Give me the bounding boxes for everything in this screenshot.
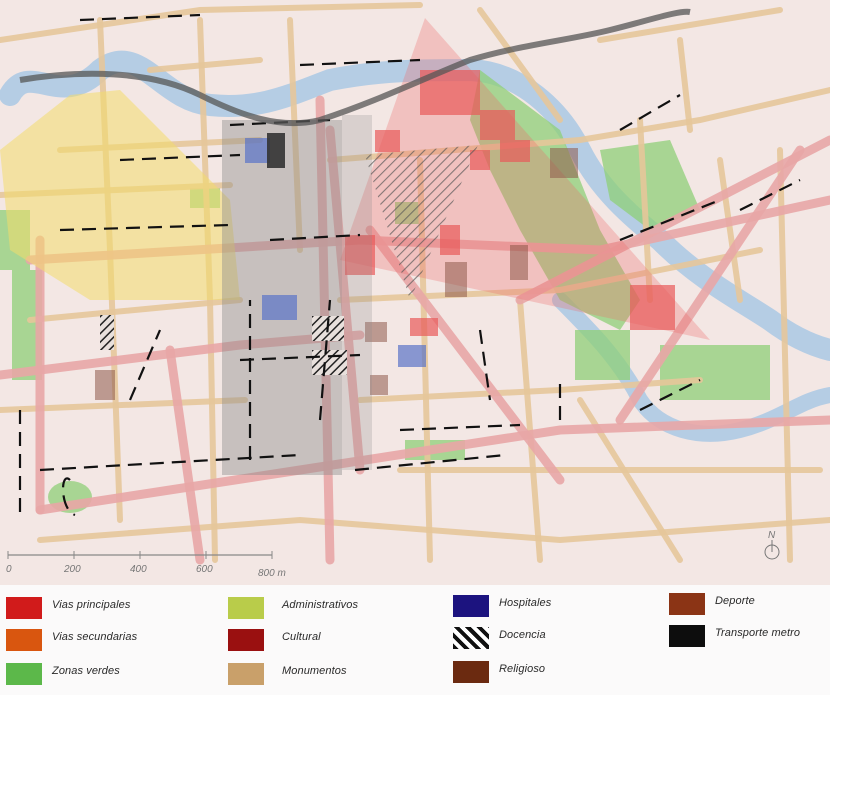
legend-swatch-zonas-verdes	[6, 663, 42, 685]
legend-swatch-vias-secundarias	[6, 629, 42, 651]
legend-swatch-vias-principales	[6, 597, 42, 619]
scale-tick-800: 800 m	[258, 568, 286, 579]
legend-label-transporte-metro: Transporte metro	[715, 627, 801, 639]
legend-label-cultural: Cultural	[282, 631, 321, 643]
map-drawing: 0 200 400 600 800 m N	[0, 0, 841, 585]
legend-swatch-administrativos	[228, 597, 264, 619]
legend-swatch-deporte	[669, 593, 705, 615]
scale-tick-400: 400	[130, 564, 147, 575]
legend-swatch-monumentos	[228, 663, 264, 685]
scale-tick-0: 0	[6, 564, 12, 575]
city-map: 0 200 400 600 800 m N	[0, 0, 841, 585]
map-legend: Vias principales Vias secundarias Zonas …	[0, 585, 830, 695]
legend-label-docencia: Docencia	[499, 629, 546, 641]
legend-label-monumentos: Monumentos	[282, 665, 347, 677]
north-label: N	[768, 530, 776, 541]
legend-label-religioso: Religioso	[499, 663, 546, 675]
legend-swatch-hospitales	[453, 595, 489, 617]
legend-swatch-cultural	[228, 629, 264, 651]
legend-swatch-docencia	[453, 627, 489, 649]
legend-label-deporte: Deporte	[715, 595, 755, 607]
scale-tick-200: 200	[63, 564, 81, 575]
legend-swatch-transporte-metro	[669, 625, 705, 647]
legend-label-hospitales: Hospitales	[499, 597, 552, 609]
legend-label-zonas-verdes: Zonas verdes	[52, 665, 120, 677]
legend-label-administrativos: Administrativos	[282, 599, 359, 611]
legend-swatch-religioso	[453, 661, 489, 683]
legend-label-vias-principales: Vias principales	[52, 599, 131, 611]
legend-label-vias-secundarias: Vias secundarias	[52, 631, 138, 643]
scale-tick-600: 600	[196, 564, 213, 575]
